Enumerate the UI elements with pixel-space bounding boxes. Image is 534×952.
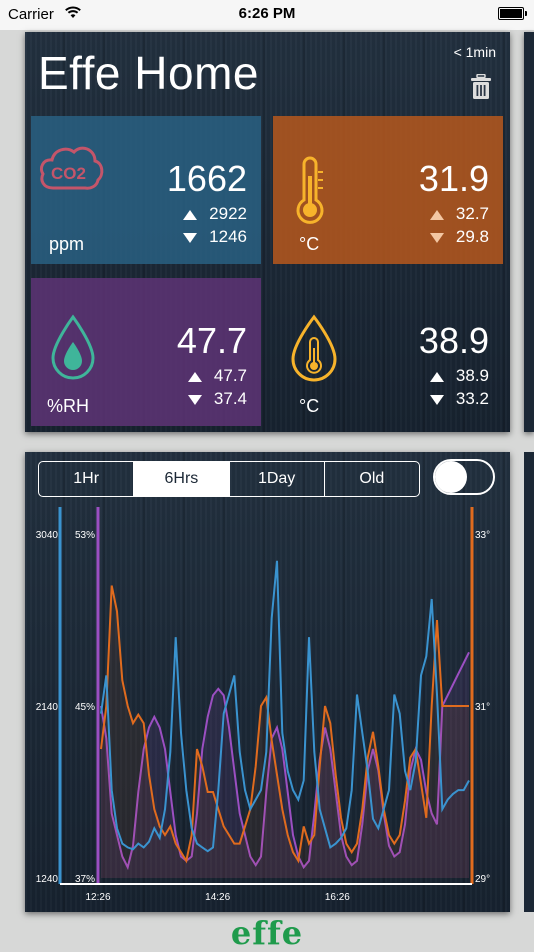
chart-panel: 1Hr 6Hrs 1Day Old 3040 2140 1240 53% 45% 37% 3… bbox=[25, 452, 510, 912]
co2-tick-label: 1240 bbox=[36, 874, 59, 885]
up-arrow-icon bbox=[187, 371, 202, 382]
co2-low: 1246 bbox=[183, 227, 247, 247]
humidity-tick-label: 45% bbox=[75, 702, 95, 713]
humidity-tick-label: 53% bbox=[75, 530, 95, 541]
humidity-low-value: 37.4 bbox=[213, 389, 247, 408]
x-tick-label: 14:26 bbox=[205, 892, 230, 903]
down-arrow-icon bbox=[429, 394, 444, 405]
refresh-indicator: < 1min bbox=[453, 44, 496, 60]
temperature-value: 31.9 bbox=[418, 158, 489, 199]
heat-index-high: 38.9 bbox=[429, 366, 489, 386]
heat-index-unit: °C bbox=[299, 396, 320, 416]
humidity-high: 47.7 bbox=[187, 366, 247, 386]
co2-low-value: 1246 bbox=[209, 227, 247, 246]
x-tick-label: 16:26 bbox=[325, 892, 350, 903]
humidity-high-value: 47.7 bbox=[213, 366, 247, 385]
heat-index-high-value: 38.9 bbox=[455, 366, 489, 385]
down-arrow-icon bbox=[187, 394, 202, 405]
brand-logo: effe bbox=[230, 914, 304, 952]
thermometer-drop-icon bbox=[291, 314, 337, 382]
co2-high: 2922 bbox=[183, 204, 247, 224]
temperature-tick-label: 31° bbox=[475, 702, 490, 713]
app-title: Effe Home bbox=[38, 47, 259, 99]
next-page-edge bbox=[524, 32, 534, 432]
heat-index-tile[interactable]: 38.9 38.9 33.2 °C bbox=[273, 278, 503, 426]
next-page-edge bbox=[524, 452, 534, 912]
temperature-low-value: 29.8 bbox=[455, 227, 489, 246]
down-arrow-icon bbox=[429, 232, 444, 243]
heat-index-value: 38.9 bbox=[418, 320, 489, 361]
x-tick-label: 12:26 bbox=[85, 892, 110, 903]
temperature-high: 32.7 bbox=[429, 204, 489, 224]
temperature-tick-label: 29° bbox=[475, 874, 490, 885]
down-arrow-icon bbox=[183, 232, 198, 243]
co2-icon-label: CO2 bbox=[51, 164, 86, 183]
humidity-value: 47.7 bbox=[176, 320, 247, 361]
heat-index-low-value: 33.2 bbox=[455, 389, 489, 408]
temperature-unit: °C bbox=[299, 234, 320, 254]
thermometer-icon bbox=[296, 156, 324, 224]
co2-tick-label: 2140 bbox=[36, 702, 59, 713]
humidity-tick-label: 37% bbox=[75, 874, 95, 885]
co2-value: 1662 bbox=[166, 158, 247, 199]
temperature-low: 29.8 bbox=[429, 227, 489, 247]
co2-tile[interactable]: CO2 1662 2922 1246 ppm bbox=[31, 116, 261, 264]
humidity-tile[interactable]: 47.7 47.7 37.4 %RH bbox=[31, 278, 261, 426]
temperature-high-value: 32.7 bbox=[455, 204, 489, 223]
temperature-tile[interactable]: 31.9 32.7 29.8 °C bbox=[273, 116, 503, 264]
heat-index-low: 33.2 bbox=[429, 389, 489, 409]
history-chart: 3040 2140 1240 53% 45% 37% 33° 31° 29° 12:26 14:26… bbox=[36, 507, 490, 903]
co2-unit: ppm bbox=[49, 234, 85, 254]
up-arrow-icon bbox=[183, 209, 198, 220]
trash-icon[interactable] bbox=[470, 74, 492, 100]
water-drop-icon bbox=[51, 314, 95, 380]
humidity-low: 37.4 bbox=[187, 389, 247, 409]
co2-tick-label: 3040 bbox=[36, 530, 59, 541]
humidity-unit: %RH bbox=[47, 396, 90, 416]
temperature-tick-label: 33° bbox=[475, 530, 490, 541]
co2-high-value: 2922 bbox=[209, 204, 247, 223]
status-bar: Carrier 6:26 PM bbox=[0, 0, 534, 30]
sensor-panel[interactable]: Effe Home < 1min CO2 1662 2922 1246 ppm … bbox=[25, 32, 510, 432]
battery-icon bbox=[498, 7, 527, 20]
co2-cloud-icon: CO2 bbox=[39, 146, 104, 190]
clock-label: 6:26 PM bbox=[238, 5, 296, 22]
up-arrow-icon bbox=[429, 371, 444, 382]
up-arrow-icon bbox=[429, 209, 444, 220]
